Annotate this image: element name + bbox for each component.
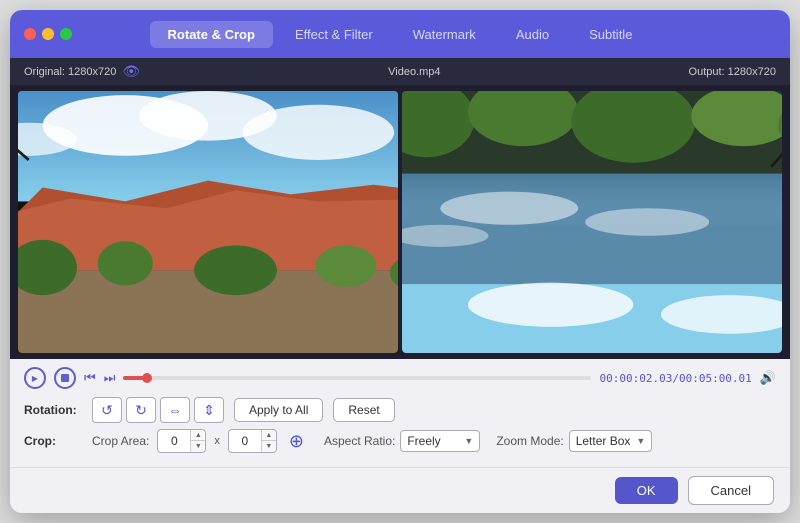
aspect-ratio-chevron: ▼ [464,436,473,446]
tab-watermark[interactable]: Watermark [395,21,494,48]
original-label: Original: 1280x720 [24,66,116,78]
crop-row: Crop: Crop Area: ▲ ▼ x ▲ ▼ [24,429,776,453]
preview-info-bar: Original: 1280x720 👁 Video.mp4 Output: 1… [10,58,790,85]
stop-icon [61,374,69,382]
maximize-button[interactable] [60,28,72,40]
flip-vertical-button[interactable]: ⇕ [194,397,224,423]
tab-audio[interactable]: Audio [498,21,567,48]
skip-forward-end-button[interactable]: ⏭ [104,370,116,386]
crop-y-down-arrow[interactable]: ▼ [262,441,276,452]
playback-row: ▶ ⏮ ⏭ 00:00:02.03/00:05:00.01 🔊 [24,367,776,389]
ok-button[interactable]: OK [615,477,678,504]
zoom-mode-section: Zoom Mode: Letter Box ▼ [496,430,652,452]
crop-x-arrows: ▲ ▼ [190,430,205,452]
skip-back-start-button[interactable]: ⏮ [84,370,96,386]
filename-label: Video.mp4 [388,66,440,78]
traffic-lights [10,28,72,40]
crop-area-label: Crop Area: [92,434,149,448]
progress-handle[interactable] [142,373,152,383]
x-separator: x [214,435,220,447]
crop-y-up-arrow[interactable]: ▲ [262,430,276,441]
close-button[interactable] [24,28,36,40]
volume-icon[interactable]: 🔊 [760,370,776,386]
original-video-pane [18,91,398,353]
tab-bar: Rotate & Crop Effect & Filter Watermark … [10,21,790,48]
footer: OK Cancel [10,467,790,513]
time-display: 00:00:02.03/00:05:00.01 [599,372,751,385]
zoom-mode-chevron: ▼ [636,436,645,446]
crop-label: Crop: [24,434,82,448]
crop-x-down-arrow[interactable]: ▼ [191,441,205,452]
original-info: Original: 1280x720 👁 [24,63,140,80]
crop-y-arrows: ▲ ▼ [261,430,276,452]
minimize-button[interactable] [42,28,54,40]
tab-subtitle[interactable]: Subtitle [571,21,650,48]
crop-y-input[interactable] [229,432,261,450]
current-time: 00:00:02.03 [599,372,672,385]
play-button[interactable]: ▶ [24,367,46,389]
titlebar: Rotate & Crop Effect & Filter Watermark … [10,10,790,58]
progress-bar[interactable] [123,376,591,380]
stop-button[interactable] [54,367,76,389]
flip-horizontal-button[interactable]: ⇔ [160,397,190,423]
rotation-row: Rotation: ↺ ↻ ⇔ ⇕ Apply to All Reset [24,397,776,423]
zoom-mode-select[interactable]: Letter Box ▼ [569,430,653,452]
total-time: 00:05:00.01 [679,372,752,385]
aspect-ratio-value: Freely [407,434,440,448]
zoom-mode-value: Letter Box [576,434,631,448]
rotation-buttons: ↺ ↻ ⇔ ⇕ [92,397,224,423]
main-window: Rotate & Crop Effect & Filter Watermark … [10,10,790,513]
original-video [18,91,398,353]
crop-x-spinbox[interactable]: ▲ ▼ [157,429,206,453]
crop-cross-icon[interactable]: ⊕ [289,431,304,452]
zoom-mode-label: Zoom Mode: [496,434,563,448]
tab-rotate-crop[interactable]: Rotate & Crop [150,21,273,48]
eye-icon[interactable]: 👁 [122,63,140,80]
rotation-label: Rotation: [24,403,82,417]
aspect-ratio-select[interactable]: Freely ▼ [400,430,480,452]
output-video-pane [402,91,782,353]
aspect-ratio-section: Aspect Ratio: Freely ▼ [324,430,480,452]
apply-to-all-button[interactable]: Apply to All [234,398,323,422]
aspect-ratio-label: Aspect Ratio: [324,434,395,448]
output-label: Output: 1280x720 [689,66,776,78]
crop-y-spinbox[interactable]: ▲ ▼ [228,429,277,453]
rotate-right-button[interactable]: ↻ [126,397,156,423]
rotate-left-button[interactable]: ↺ [92,397,122,423]
cancel-button[interactable]: Cancel [688,476,774,505]
output-video [402,91,782,353]
crop-controls: Crop Area: ▲ ▼ x ▲ ▼ ⊕ [92,429,652,453]
preview-area [10,85,790,359]
tab-effect-filter[interactable]: Effect & Filter [277,21,391,48]
crop-x-up-arrow[interactable]: ▲ [191,430,205,441]
crop-x-input[interactable] [158,432,190,450]
controls-area: ▶ ⏮ ⏭ 00:00:02.03/00:05:00.01 🔊 Rotation… [10,359,790,467]
reset-button[interactable]: Reset [333,398,394,422]
time-sep: / [672,372,679,385]
